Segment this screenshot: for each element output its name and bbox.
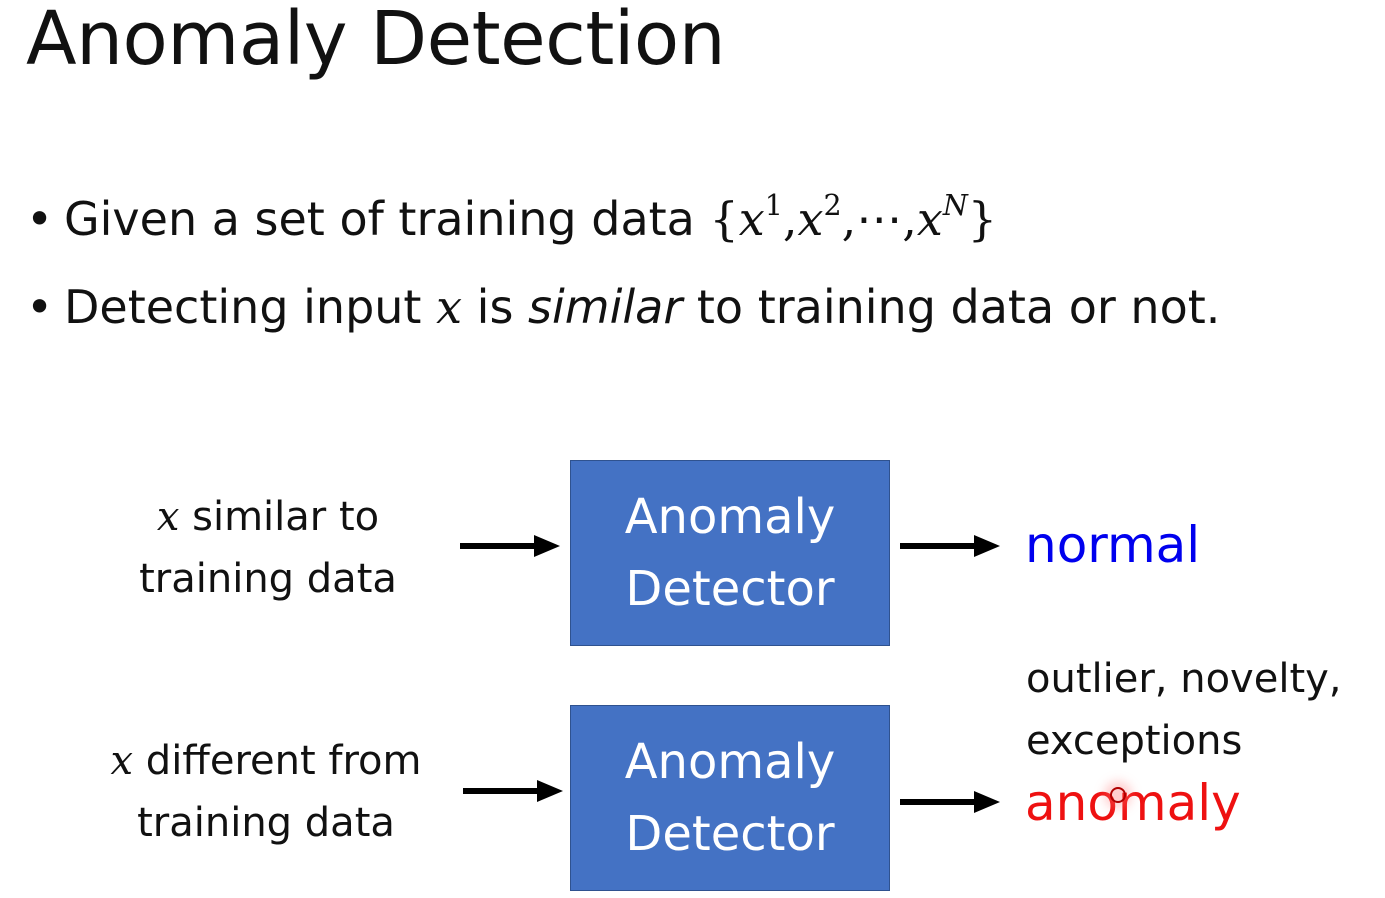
set-element-1: x1	[738, 189, 783, 246]
bullet-detecting-input: • Detecting input x is similar to traini…	[26, 284, 1220, 330]
bottom-anomaly-detector-box: Anomaly Detector	[570, 705, 890, 891]
bullet-2-emphasis: similar	[528, 280, 683, 334]
set-close-brace: }	[967, 192, 998, 246]
bullet-2-pre: Detecting input	[64, 280, 422, 334]
detector-label-line1: Anomaly	[624, 489, 836, 545]
set-ellipsis: ⋯	[856, 192, 903, 246]
top-input-arrow-icon	[460, 535, 560, 557]
set-open-brace: {	[709, 192, 739, 246]
detector-label-line2: Detector	[625, 561, 835, 617]
top-input-label: x similar to training data	[139, 494, 397, 602]
output-normal-label: normal	[1025, 516, 1201, 574]
bullet-2-post: to training data or not.	[696, 280, 1221, 334]
bottom-input-arrow-icon	[463, 780, 563, 802]
bullet-1-text: Given a set of training data	[64, 192, 695, 246]
top-anomaly-detector-box: Anomaly Detector	[570, 460, 890, 646]
bullet-2-is: is	[476, 280, 514, 334]
pointer-cursor-icon	[1110, 787, 1126, 803]
bullet-training-data: • Given a set of training data { x1 , x2…	[26, 189, 998, 246]
detector-label-line2: Detector	[625, 806, 835, 862]
bottom-input-label: x different from training data	[110, 738, 422, 846]
detector-label-line1: Anomaly	[624, 734, 836, 790]
output-anomaly-label: anomaly	[1025, 774, 1241, 832]
bottom-output-arrow-icon	[900, 791, 1000, 813]
set-element-2: x2	[797, 189, 842, 246]
bullet-dot-icon: •	[26, 192, 54, 246]
set-element-n: xN	[916, 189, 968, 246]
bullet-dot-icon: •	[26, 280, 54, 334]
slide-title: Anomaly Detection	[26, 0, 726, 82]
output-synonyms-label: outlier, novelty, exceptions	[1026, 656, 1342, 764]
top-output-arrow-icon	[900, 535, 1000, 557]
bullet-2-var: x	[436, 280, 463, 334]
